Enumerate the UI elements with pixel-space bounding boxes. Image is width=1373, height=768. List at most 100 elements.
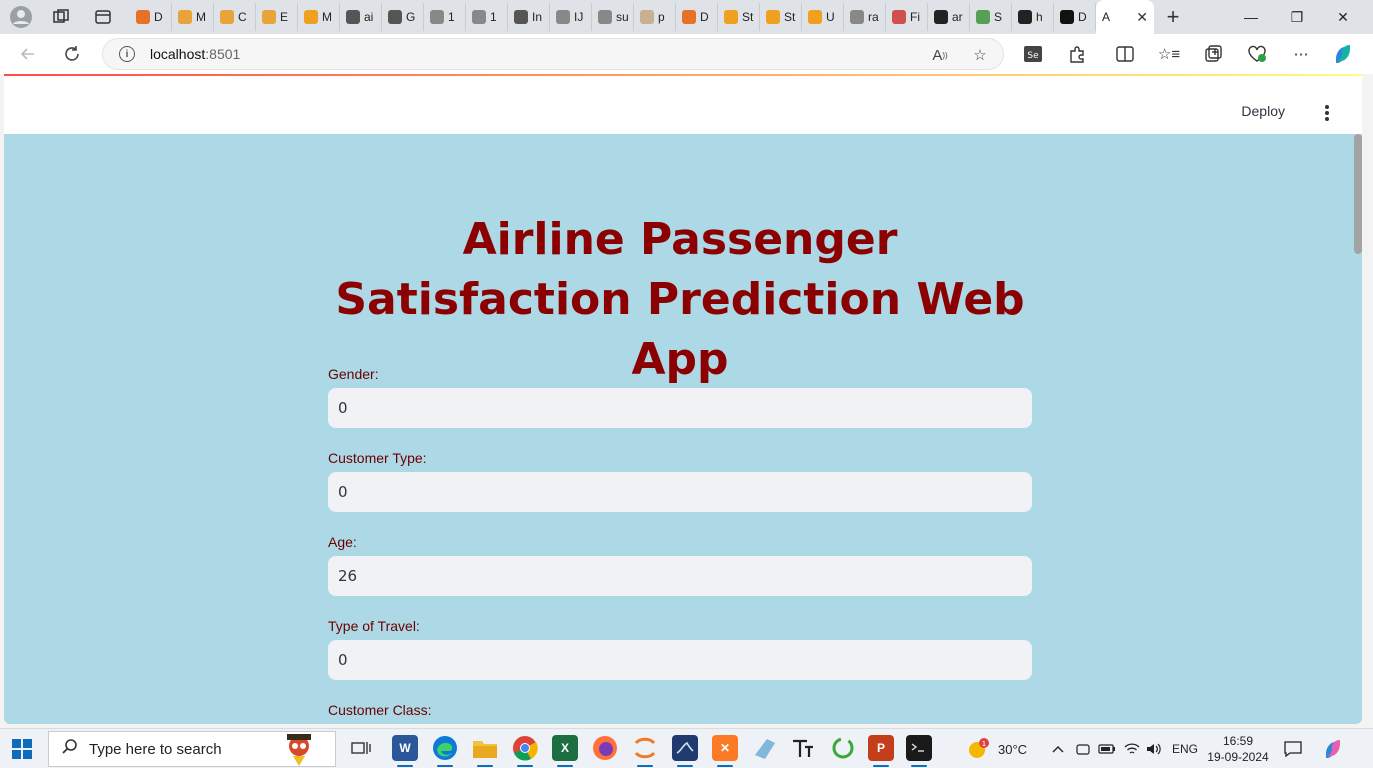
tab-label: A [1102,10,1111,24]
windows-start-icon[interactable] [12,739,32,759]
back-button[interactable] [14,41,42,67]
read-aloud-icon[interactable]: A)) [929,44,951,66]
file-explorer-icon[interactable] [472,735,498,767]
edge-app-icon[interactable] [432,735,458,767]
favorite-star-icon[interactable]: ☆ [969,44,991,66]
page-scrollbar[interactable] [1354,134,1362,254]
field-text-input[interactable]: 0 [328,388,1032,428]
form-field: Age: 26 [328,534,1032,596]
show-hidden-icons[interactable] [1052,729,1064,768]
settings-more-icon[interactable]: ⋯ [1290,43,1312,65]
browser-tab[interactable]: E [256,3,298,31]
chrome-app-icon[interactable] [512,735,538,767]
browser-tab[interactable]: 1 [466,3,508,31]
browser-tab[interactable]: p [634,3,676,31]
notifications-icon[interactable] [1284,729,1302,768]
battery-icon[interactable] [1098,729,1116,768]
browser-tab[interactable]: M [298,3,340,31]
minimize-button[interactable]: — [1228,0,1274,34]
browser-tab[interactable]: D [130,3,172,31]
browser-tab[interactable]: Fi [886,3,928,31]
form-field: Gender: 0 [328,366,1032,428]
tab-label: St [742,10,754,24]
mysql-workbench-icon[interactable] [672,735,698,767]
tab-list: D M C E Mai G 1 1 In IJ su p D St St Ura Fi ar Sh D A ✕ [130,0,1154,34]
collections-icon[interactable] [1202,43,1224,65]
xampp-app-icon[interactable]: ✕ [712,735,738,767]
extension-se-icon[interactable]: Se [1022,43,1044,65]
weather-widget[interactable]: 1 30°C [966,729,1027,768]
main-menu-icon[interactable] [1324,104,1330,122]
field-label: Customer Class: [328,702,432,718]
new-tab-button[interactable]: + [1160,4,1186,30]
input-language[interactable]: ENG [1172,729,1198,768]
restore-button[interactable]: ❐ [1274,0,1320,34]
word-app-icon[interactable]: W [392,735,418,767]
close-tab-icon[interactable]: ✕ [1136,9,1148,26]
pen-tool-app-icon[interactable] [752,735,778,761]
browser-tab[interactable]: h [1012,3,1054,31]
favorites-icon[interactable]: ☆≡ [1158,43,1180,65]
browser-tab[interactable]: IJ [550,3,592,31]
browser-tab[interactable]: D [676,3,718,31]
refresh-button[interactable] [58,41,86,67]
browser-tab[interactable]: ai [340,3,382,31]
taskbar-clock[interactable]: 16:59 19-09-2024 [1202,733,1274,765]
browser-tab[interactable]: C [214,3,256,31]
wifi-icon[interactable] [1124,729,1140,768]
typora-app-icon[interactable] [790,735,816,761]
workspaces-icon[interactable] [48,4,74,30]
vertical-tabs-icon[interactable] [90,4,116,30]
tab-label: M [322,10,332,24]
terminal-app-icon[interactable] [906,735,932,767]
close-window-button[interactable]: ✕ [1320,0,1366,34]
clock-date: 19-09-2024 [1207,750,1269,764]
excel-app-icon[interactable]: X [552,735,578,767]
volume-icon[interactable] [1146,729,1162,768]
site-info-icon[interactable]: i [119,46,135,62]
meet-now-icon[interactable] [1076,729,1090,768]
field-text-input[interactable]: 26 [328,556,1032,596]
firefox-app-icon[interactable] [592,735,618,761]
browser-tab[interactable]: In [508,3,550,31]
tab-favicon-icon [220,10,234,24]
deploy-button[interactable]: Deploy [1241,103,1285,119]
tab-label: In [532,10,543,24]
powerpoint-app-icon[interactable]: P [868,735,894,767]
browser-tab[interactable]: ra [844,3,886,31]
browser-tab[interactable]: D [1054,3,1096,31]
field-text-input[interactable]: 0 [328,472,1032,512]
profile-icon[interactable] [8,4,34,30]
browser-tab[interactable]: U [802,3,844,31]
search-highlight-icon [279,732,321,768]
extensions-puzzle-icon[interactable] [1066,43,1088,65]
jupyter-app-icon[interactable] [632,735,658,767]
search-icon [61,738,79,761]
browser-essentials-icon[interactable] [1246,43,1268,65]
tab-favicon-icon [892,10,906,24]
browser-tab[interactable]: S [970,3,1012,31]
browser-tab[interactable]: St [718,3,760,31]
sync-app-icon[interactable] [830,735,856,761]
task-view-icon[interactable] [348,735,374,761]
tab-label: su [616,10,629,24]
active-browser-tab[interactable]: A ✕ [1096,0,1154,34]
browser-tab[interactable]: 1 [424,3,466,31]
tab-favicon-icon [766,10,780,24]
address-bar[interactable]: i localhost:8501 A)) ☆ [102,38,1004,70]
browser-tab[interactable]: ar [928,3,970,31]
split-screen-icon[interactable] [1114,43,1136,65]
tab-favicon-icon [262,10,276,24]
field-text-input[interactable]: 0 [328,640,1032,680]
browser-tab[interactable]: St [760,3,802,31]
sun-icon: 1 [969,738,989,758]
copilot-taskbar-icon[interactable] [1322,729,1344,768]
tab-label: p [658,10,665,24]
tab-favicon-icon [556,10,570,24]
taskbar-search-box[interactable]: Type here to search [48,731,336,767]
browser-tab[interactable]: su [592,3,634,31]
browser-tab[interactable]: G [382,3,424,31]
copilot-icon[interactable] [1332,43,1354,65]
browser-tab[interactable]: M [172,3,214,31]
weather-temp: 30°C [998,741,1028,757]
